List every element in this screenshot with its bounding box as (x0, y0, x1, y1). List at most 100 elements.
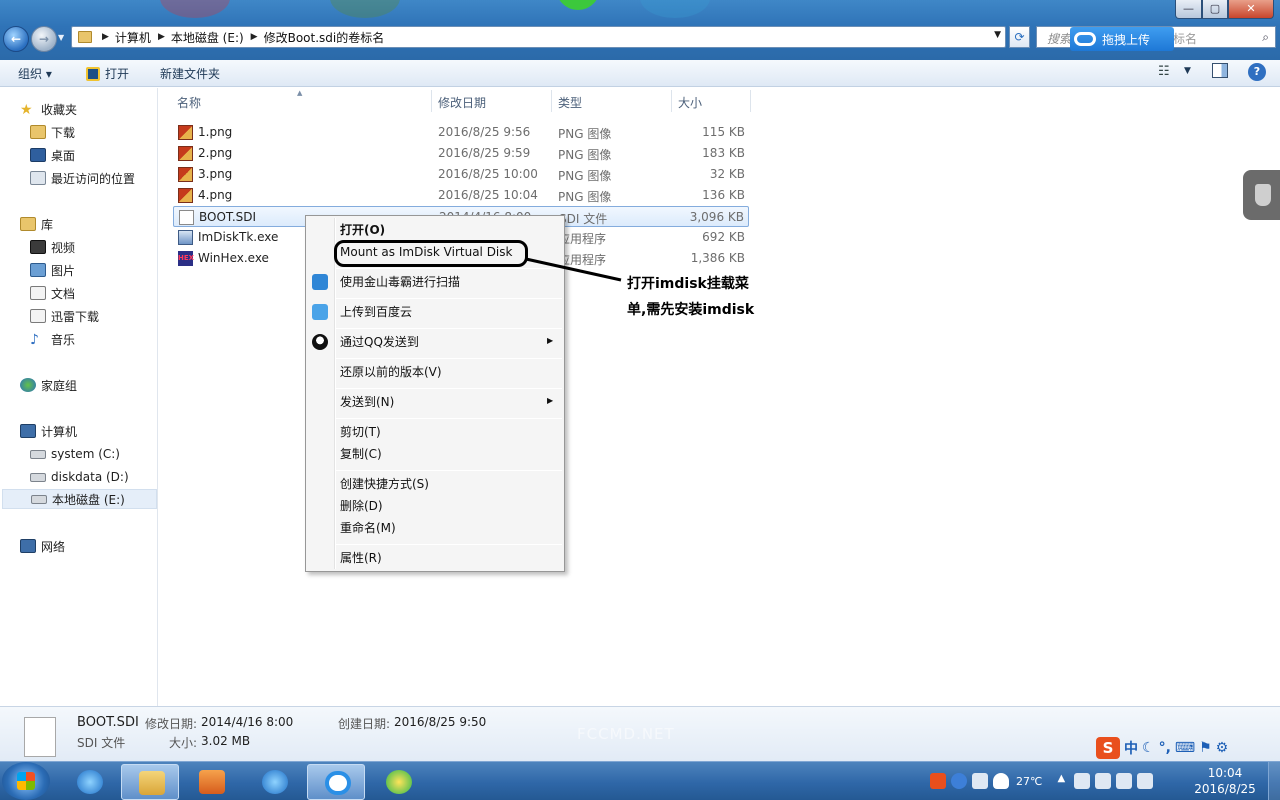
baidu-upload-button[interactable]: 拖拽上传 (1070, 27, 1174, 51)
taskbar-media-player[interactable] (182, 764, 240, 800)
ime-toolbar[interactable]: S 中 ☾ °, ⌨ ⚑ ⚙ (1096, 735, 1280, 761)
nav-computer[interactable]: 计算机 (20, 421, 77, 441)
menu-item-delete[interactable]: 删除(D) (340, 496, 383, 516)
taskbar-music[interactable] (369, 764, 427, 800)
breadcrumb-folder[interactable]: 修改Boot.sdi的卷标名 (264, 29, 385, 46)
column-divider[interactable] (431, 90, 432, 112)
skin-icon[interactable]: ⚑ (1199, 740, 1212, 756)
show-desktop-button[interactable] (1268, 762, 1280, 800)
chevron-down-icon[interactable]: ▼ (994, 30, 1001, 40)
nav-item-pictures[interactable]: 图片 (30, 260, 75, 280)
submenu-arrow-icon: ▶ (547, 396, 554, 405)
refresh-button[interactable]: ⟳ (1009, 26, 1030, 48)
taskbar-browser[interactable] (245, 764, 303, 800)
action-center-flag-icon[interactable] (1074, 773, 1091, 789)
column-divider[interactable] (750, 90, 751, 112)
column-divider[interactable] (671, 90, 672, 112)
nav-label: 视频 (51, 240, 76, 255)
close-button[interactable]: ✕ (1228, 0, 1274, 19)
keyboard-icon[interactable]: ⌨ (1175, 740, 1195, 756)
explorer-folder-icon (139, 771, 165, 795)
taskbar-explorer[interactable] (121, 764, 179, 800)
maximize-button[interactable]: ▢ (1202, 0, 1228, 19)
menu-item-open[interactable]: 打开(O) (340, 220, 385, 240)
help-icon[interactable]: ? (1248, 63, 1266, 81)
column-name[interactable]: 名称 (177, 94, 201, 111)
minimize-button[interactable]: — (1175, 0, 1202, 19)
menu-item-scan[interactable]: 使用金山毒霸进行扫描 (340, 272, 460, 292)
network-tray-icon[interactable] (1116, 773, 1133, 789)
view-options-icon[interactable]: ☷ (1158, 64, 1170, 79)
drive-icon (30, 449, 46, 459)
window-titlebar: — ▢ ✕ ← → ▼ ▶ 计算机 ▶ 本地磁盘 (E:) ▶ 修改Boot.s… (0, 0, 1280, 60)
organize-button[interactable]: 组织 ▾ (18, 65, 52, 82)
chevron-right-icon[interactable]: ▶ (251, 32, 258, 42)
chevron-right-icon[interactable]: ▶ (158, 32, 165, 42)
taskbar-ie[interactable] (60, 764, 118, 800)
sogou-logo-icon[interactable]: S (1096, 737, 1120, 759)
floating-side-widget[interactable] (1243, 170, 1280, 220)
column-type[interactable]: 类型 (558, 94, 582, 111)
clock[interactable]: 10:04 2016/8/25 (1190, 765, 1260, 797)
details-pane: BOOT.SDI 修改日期: 2014/4/16 8:00 创建日期: 2016… (0, 706, 1280, 761)
menu-item-send-to[interactable]: 发送到(N) (340, 392, 394, 412)
preview-pane-icon[interactable] (1212, 63, 1228, 78)
search-icon[interactable]: ⌕ (1262, 30, 1269, 45)
menu-item-rename[interactable]: 重命名(M) (340, 518, 396, 538)
nav-item-recent[interactable]: 最近访问的位置 (30, 168, 135, 188)
help-tray-icon[interactable] (951, 773, 967, 789)
nav-item-music[interactable]: ♪ 音乐 (30, 329, 75, 349)
file-row[interactable]: 4.png 2016/8/25 10:04 PNG 图像 136 KB (173, 185, 749, 206)
menu-item-restore[interactable]: 还原以前的版本(V) (340, 362, 442, 382)
column-date[interactable]: 修改日期 (438, 94, 486, 111)
back-button[interactable]: ← (3, 26, 29, 52)
nav-item-videos[interactable]: 视频 (30, 237, 75, 257)
breadcrumb-computer[interactable]: 计算机 (115, 29, 151, 46)
details-size-value: 3.02 MB (201, 734, 251, 748)
moon-icon[interactable]: ☾ (1142, 740, 1155, 756)
settings-icon[interactable]: ⚙ (1216, 740, 1229, 756)
column-size[interactable]: 大小 (678, 94, 702, 111)
menu-item-send-qq[interactable]: 通过QQ发送到 (340, 332, 419, 352)
weather-cloud-icon[interactable] (993, 773, 1009, 789)
ime-mode-toggle[interactable]: 中 (1124, 738, 1138, 758)
nav-favorites[interactable]: ★ 收藏夹 (20, 99, 77, 119)
new-folder-button[interactable]: 新建文件夹 (160, 65, 220, 82)
nav-item-thunder[interactable]: 迅雷下载 (30, 306, 99, 326)
nav-item-drive-d[interactable]: diskdata (D:) (30, 467, 129, 487)
taskbar-baidu-cloud[interactable] (307, 764, 365, 800)
chevron-right-icon[interactable]: ▶ (102, 32, 109, 42)
breadcrumb-drive-e[interactable]: 本地磁盘 (E:) (171, 29, 244, 46)
forward-button[interactable]: → (31, 26, 57, 52)
nav-item-drive-e[interactable]: 本地磁盘 (E:) (2, 489, 157, 509)
history-dropdown-icon[interactable]: ▼ (58, 33, 64, 42)
sogou-tray-icon[interactable] (930, 773, 946, 789)
command-toolbar: 组织 ▾ 打开 新建文件夹 ☷ ▼ ? (0, 60, 1280, 87)
file-row[interactable]: 1.png 2016/8/25 9:56 PNG 图像 115 KB (173, 122, 749, 143)
nav-item-desktop[interactable]: 桌面 (30, 145, 75, 165)
nav-item-documents[interactable]: 文档 (30, 283, 75, 303)
nav-item-drive-c[interactable]: system (C:) (30, 444, 120, 464)
show-hidden-icons[interactable]: ▲ (1053, 773, 1069, 789)
nav-libraries[interactable]: 库 (20, 214, 53, 234)
file-row[interactable]: 3.png 2016/8/25 10:00 PNG 图像 32 KB (173, 164, 749, 185)
menu-item-baidu-upload[interactable]: 上传到百度云 (340, 302, 412, 322)
nav-item-downloads[interactable]: 下载 (30, 122, 75, 142)
punctuation-icon[interactable]: °, (1159, 740, 1171, 756)
file-row[interactable]: 2.png 2016/8/25 9:59 PNG 图像 183 KB (173, 143, 749, 164)
volume-icon[interactable] (1137, 773, 1154, 789)
nav-network[interactable]: 网络 (20, 536, 65, 556)
nav-homegroup[interactable]: 家庭组 (20, 375, 77, 395)
address-bar[interactable]: ▶ 计算机 ▶ 本地磁盘 (E:) ▶ 修改Boot.sdi的卷标名 ▼ (71, 26, 1006, 48)
menu-item-cut[interactable]: 剪切(T) (340, 422, 381, 442)
start-button[interactable] (2, 762, 50, 800)
chevron-down-icon[interactable]: ▼ (1184, 66, 1191, 76)
menu-item-properties[interactable]: 属性(R) (340, 548, 382, 568)
column-divider[interactable] (551, 90, 552, 112)
open-button[interactable]: 打开 (86, 65, 129, 82)
menu-item-create-shortcut[interactable]: 创建快捷方式(S) (340, 474, 429, 494)
usb-device-icon[interactable] (1095, 773, 1112, 789)
tray-app-icon[interactable] (972, 773, 988, 789)
watermark: FCCMD.NET (577, 725, 675, 743)
menu-item-copy[interactable]: 复制(C) (340, 444, 382, 464)
